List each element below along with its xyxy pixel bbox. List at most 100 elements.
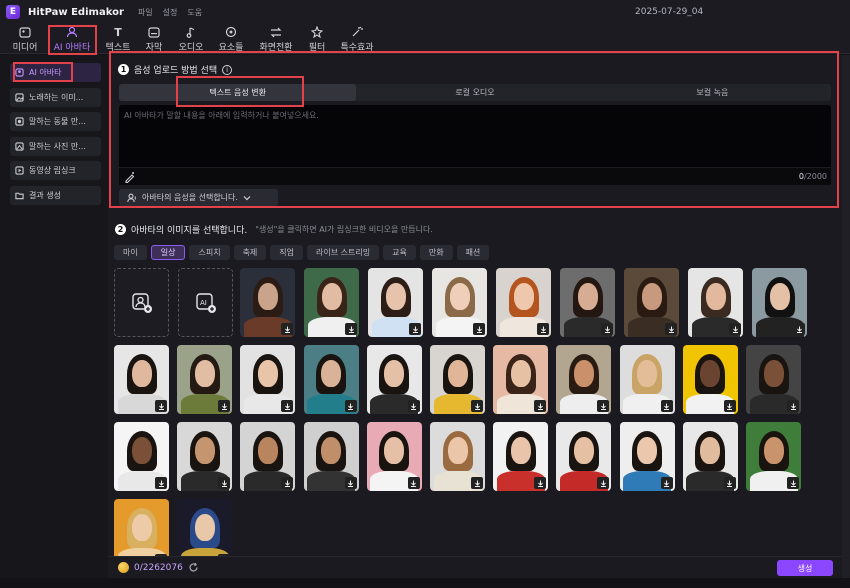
avatar-thumbnail[interactable] [682, 422, 738, 491]
sidebar-item-ai-avatar[interactable]: AI 아바타 [10, 63, 101, 82]
download-icon[interactable] [665, 323, 677, 335]
avatar-thumbnail[interactable] [366, 345, 422, 414]
download-icon[interactable] [218, 477, 231, 489]
avatar-thumbnail[interactable] [177, 422, 233, 491]
download-icon[interactable] [344, 400, 357, 412]
download-icon[interactable] [155, 477, 167, 489]
scrollbar[interactable] [842, 55, 850, 588]
sidebar-item-talking-photo[interactable]: 말하는 사진 만... [10, 137, 101, 156]
category-festival[interactable]: 축제 [233, 245, 267, 260]
avatar-thumbnail[interactable] [746, 345, 801, 414]
download-icon[interactable] [793, 323, 805, 335]
download-icon[interactable] [729, 323, 741, 335]
avatar-thumbnail[interactable] [493, 345, 549, 414]
download-icon[interactable] [597, 477, 610, 489]
avatar-thumbnail[interactable] [752, 268, 807, 337]
download-icon[interactable] [534, 477, 547, 489]
avatar-thumbnail[interactable] [430, 345, 485, 414]
tab-transition[interactable]: 화면전환 [255, 24, 297, 54]
download-icon[interactable] [155, 400, 167, 412]
download-icon[interactable] [723, 400, 736, 412]
tab-text[interactable]: T 텍스트 [103, 24, 133, 54]
download-icon[interactable] [660, 400, 673, 412]
upload-photo-button[interactable] [114, 268, 169, 337]
download-icon[interactable] [660, 477, 673, 489]
download-icon[interactable] [537, 323, 549, 335]
generate-button[interactable]: 생성 [777, 560, 833, 576]
voice-select-dropdown[interactable]: 아바타의 음성을 선택합니다. [119, 189, 278, 206]
category-education[interactable]: 교육 [383, 245, 416, 260]
tab-audio[interactable]: 오디오 [175, 24, 207, 54]
avatar-thumbnail[interactable] [556, 422, 612, 491]
category-my[interactable]: 마이 [114, 245, 147, 260]
download-icon[interactable] [723, 477, 736, 489]
download-icon[interactable] [409, 323, 421, 335]
script-input[interactable]: AI 아바타가 말할 내용을 아래에 입력하거나 붙여넣으세요. 0/2000 [119, 105, 831, 185]
download-icon[interactable] [473, 323, 485, 335]
info-icon[interactable]: i [222, 64, 233, 75]
sidebar-item-video-lipsync[interactable]: 동영상 립싱크 [10, 161, 101, 180]
avatar-thumbnail[interactable] [303, 345, 359, 414]
download-icon[interactable] [787, 477, 799, 489]
avatar-thumbnail[interactable] [496, 268, 551, 337]
download-icon[interactable] [597, 400, 610, 412]
sidebar-item-results[interactable]: 결과 생성 [10, 186, 101, 205]
download-icon[interactable] [281, 323, 293, 335]
category-speech[interactable]: 스피치 [189, 245, 230, 260]
category-live-streaming[interactable]: 라이브 스트리밍 [307, 245, 380, 260]
sidebar-item-talking-animal[interactable]: 말하는 동물 만... [10, 112, 101, 131]
download-icon[interactable] [471, 400, 483, 412]
avatar-thumbnail[interactable] [366, 422, 422, 491]
avatar-thumbnail[interactable] [493, 422, 549, 491]
tab-media[interactable]: 미디어 [8, 24, 42, 54]
download-icon[interactable] [787, 400, 799, 412]
category-cartoon[interactable]: 만화 [419, 245, 453, 260]
category-daily[interactable]: 일상 [150, 245, 186, 260]
option-vocal-recording[interactable]: 보컬 녹음 [594, 84, 831, 101]
refresh-icon[interactable] [188, 562, 199, 573]
avatar-thumbnail[interactable] [114, 345, 169, 414]
avatar-thumbnail[interactable] [114, 422, 169, 491]
menu-file[interactable]: 파일 [138, 7, 153, 18]
avatar-thumbnail[interactable] [746, 422, 801, 491]
option-local-audio[interactable]: 로컬 오디오 [356, 84, 593, 101]
download-icon[interactable] [281, 477, 294, 489]
tab-filter[interactable]: 필터 [304, 24, 330, 54]
download-icon[interactable] [218, 400, 231, 412]
tab-ai-avatar[interactable]: AI 아바타 [50, 24, 94, 54]
download-icon[interactable] [601, 323, 613, 335]
menu-settings[interactable]: 설정 [163, 7, 178, 18]
download-icon[interactable] [407, 477, 420, 489]
avatar-thumbnail[interactable] [303, 422, 359, 491]
tab-subtitle[interactable]: 자막 [141, 24, 167, 54]
avatar-thumbnail[interactable] [682, 345, 738, 414]
magic-pen-icon[interactable] [124, 171, 136, 186]
sidebar-item-singing-image[interactable]: 노래하는 이미... [10, 88, 101, 107]
download-icon[interactable] [534, 400, 547, 412]
avatar-thumbnail[interactable] [240, 268, 295, 337]
tab-elements[interactable]: 요소들 [215, 24, 247, 54]
avatar-thumbnail[interactable] [556, 345, 612, 414]
download-icon[interactable] [281, 400, 294, 412]
avatar-thumbnail[interactable] [619, 422, 675, 491]
option-text-to-speech[interactable]: 텍스트 음성 변환 [119, 84, 357, 101]
category-job[interactable]: 직업 [270, 245, 304, 260]
avatar-thumbnail[interactable] [240, 422, 296, 491]
menu-help[interactable]: 도움 [187, 7, 202, 18]
download-icon[interactable] [344, 477, 357, 489]
avatar-thumbnail[interactable] [624, 268, 679, 337]
generate-ai-photo-button[interactable]: AI [178, 268, 233, 337]
download-icon[interactable] [407, 400, 420, 412]
avatar-thumbnail[interactable] [430, 422, 485, 491]
download-icon[interactable] [471, 477, 483, 489]
download-icon[interactable] [345, 323, 357, 335]
tab-effects[interactable]: 특수효과 [337, 24, 377, 54]
category-fashion[interactable]: 패션 [456, 245, 490, 260]
avatar-thumbnail[interactable] [688, 268, 743, 337]
avatar-thumbnail[interactable] [560, 268, 615, 337]
avatar-thumbnail[interactable] [368, 268, 423, 337]
avatar-thumbnail[interactable] [240, 345, 296, 414]
avatar-thumbnail[interactable] [304, 268, 359, 337]
avatar-thumbnail[interactable] [619, 345, 675, 414]
avatar-thumbnail[interactable] [177, 345, 233, 414]
